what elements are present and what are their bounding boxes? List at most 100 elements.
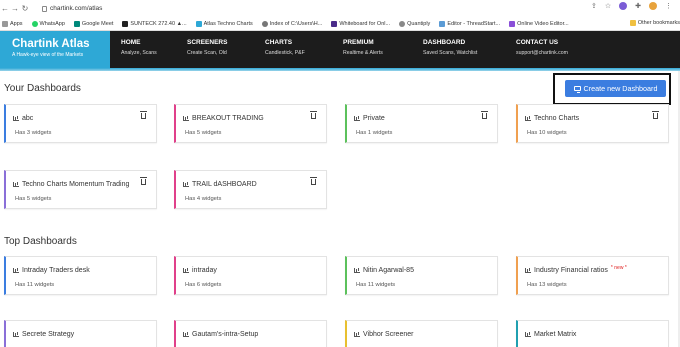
chartink-icon	[195, 20, 202, 27]
chart-icon	[525, 116, 531, 121]
trash-icon[interactable]	[140, 177, 147, 185]
dashboard-card[interactable]: TRAIL dASHBOARD Has 4 widgets	[174, 170, 327, 209]
editor-icon	[439, 20, 446, 27]
bookmark-google-meet[interactable]: Google Meet	[73, 20, 113, 27]
brand-logo[interactable]: Chartink Atlas A Hawk-eye view of the Ma…	[0, 31, 110, 68]
chart-icon	[13, 182, 19, 187]
top-dashboard-card[interactable]: Secrete Strategy	[4, 320, 157, 347]
create-dashboard-button[interactable]: Create new Dashboard	[565, 80, 666, 97]
trash-icon[interactable]	[310, 111, 317, 119]
bookmark-whiteboard[interactable]: Whiteboard for Onl...	[331, 20, 390, 27]
chart-icon	[354, 332, 360, 337]
card-widget-count: Has 4 widgets	[185, 196, 222, 202]
card-title: Private	[363, 115, 385, 122]
chart-icon	[525, 268, 531, 273]
bookmark-quantiply[interactable]: Quantiply	[399, 20, 430, 27]
bookmark-star-icon[interactable]: ☆	[605, 2, 611, 10]
nav-premium[interactable]: PREMIUM Realtime & Alerts	[343, 39, 383, 56]
video-editor-icon	[509, 20, 516, 27]
card-widget-count: Has 1 widgets	[356, 130, 393, 136]
bookmark-sunteck[interactable]: SUNTECK 272.40 ▲...	[122, 20, 187, 27]
bookmark-atlas[interactable]: Atlas Techno Charts	[195, 20, 253, 27]
nav-charts[interactable]: CHARTS Candlestick, P&F	[265, 39, 305, 56]
chart-icon	[525, 332, 531, 337]
card-title: Gautam's-intra-Setup	[192, 331, 259, 338]
brand-tagline: A Hawk-eye view of the Markets	[12, 52, 84, 58]
card-title: Market Matrix	[534, 331, 577, 338]
bookmark-video-editor[interactable]: Online Video Editor...	[509, 20, 569, 27]
top-dashboard-card[interactable]: Industry Financial ratios * new * Has 13 …	[516, 256, 669, 295]
reload-icon[interactable]: ↻	[20, 4, 30, 13]
menu-dots-icon[interactable]: ⋮	[665, 2, 672, 10]
trash-icon[interactable]	[310, 177, 317, 185]
card-widget-count: Has 6 widgets	[185, 282, 222, 288]
card-title: Techno Charts	[534, 115, 580, 122]
card-title: intraday	[192, 267, 217, 274]
chart-icon	[354, 116, 360, 121]
browser-address-bar: ← → ↻ chartink.com/atlas ⇪ ☆ ✚ ⋮	[0, 0, 680, 17]
nav-dashboard[interactable]: DASHBOARD Saved Scans, Watchlist	[423, 39, 477, 56]
dashboard-card[interactable]: abc Has 3 widgets	[4, 104, 157, 143]
forward-icon[interactable]: →	[10, 4, 20, 13]
share-icon[interactable]: ⇪	[591, 2, 597, 10]
card-title: Industry Financial ratios	[534, 267, 608, 274]
extensions-puzzle-icon[interactable]: ✚	[635, 2, 641, 10]
bookmark-apps[interactable]: Apps	[2, 20, 23, 27]
card-widget-count: Has 11 widgets	[15, 282, 55, 288]
card-title: Techno Charts Momentum Trading	[22, 181, 130, 188]
card-title: Intraday Traders desk	[22, 267, 90, 274]
nav-contact-us[interactable]: CONTACT US support@chartink.com	[516, 39, 568, 56]
trash-icon[interactable]	[481, 111, 488, 119]
new-badge: * new *	[610, 264, 627, 271]
trash-icon[interactable]	[652, 111, 659, 119]
card-title: Nitin Agarwal-85	[363, 267, 414, 274]
brand-title: Chartink Atlas	[12, 38, 90, 50]
card-widget-count: Has 5 widgets	[185, 130, 222, 136]
chart-icon	[183, 332, 189, 337]
card-title: Secrete Strategy	[22, 331, 75, 338]
top-dashboard-card[interactable]: Nitin Agarwal-85 Has 11 widgets	[345, 256, 498, 295]
top-dashboard-card[interactable]: intraday Has 6 widgets	[174, 256, 327, 295]
url-field[interactable]: chartink.com/atlas	[42, 5, 102, 12]
top-dashboard-card[interactable]: Intraday Traders desk Has 11 widgets	[4, 256, 157, 295]
card-title: TRAIL dASHBOARD	[192, 181, 257, 188]
folder-icon	[629, 20, 636, 26]
tradingview-icon	[122, 20, 129, 27]
chart-icon	[13, 268, 19, 273]
site-header: Chartink Atlas A Hawk-eye view of the Ma…	[0, 31, 680, 68]
dashboard-card[interactable]: Techno Charts Momentum Trading Has 5 wid…	[4, 170, 157, 209]
chart-icon	[183, 116, 189, 121]
bookmark-whatsapp[interactable]: WhatsApp	[31, 20, 65, 27]
whatsapp-icon	[31, 20, 38, 27]
bookmark-editor[interactable]: Editor - ThreadStart...	[439, 20, 500, 27]
card-widget-count: Has 10 widgets	[527, 130, 567, 136]
trash-icon[interactable]	[140, 111, 147, 119]
chart-icon	[13, 116, 19, 121]
profile-avatar-icon[interactable]	[649, 2, 657, 10]
card-widget-count: Has 5 widgets	[15, 196, 52, 202]
top-dashboard-card[interactable]: Market Matrix	[516, 320, 669, 347]
back-icon[interactable]: ←	[0, 4, 10, 13]
chart-icon	[354, 268, 360, 273]
extension-icon[interactable]	[619, 2, 628, 10]
dashboard-card[interactable]: BREAKOUT TRADING Has 5 widgets	[174, 104, 327, 143]
top-dashboards-heading: Top Dashboards	[4, 236, 77, 247]
top-dashboard-card[interactable]: Vibhor Screener	[345, 320, 498, 347]
nav-screeners[interactable]: SCREENERS Create Scan, Old	[187, 39, 227, 56]
nav-home[interactable]: HOME Analyze, Scans	[121, 39, 157, 56]
card-title: BREAKOUT TRADING	[192, 115, 264, 122]
card-title: abc	[22, 115, 34, 122]
browser-actions: ⇪ ☆ ✚ ⋮	[591, 2, 672, 10]
lock-icon	[42, 5, 47, 12]
dashboard-card[interactable]: Techno Charts Has 10 widgets	[516, 104, 669, 143]
whiteboard-icon	[331, 20, 338, 27]
url-text: chartink.com/atlas	[50, 5, 103, 12]
your-dashboards-heading: Your Dashboards	[4, 83, 81, 94]
card-widget-count: Has 3 widgets	[15, 130, 52, 136]
bookmarks-bar: Apps WhatsApp Google Meet SUNTECK 272.40…	[0, 17, 680, 31]
bookmark-index[interactable]: Index of C:\Users\H...	[261, 20, 322, 27]
globe-icon	[261, 20, 268, 27]
other-bookmarks[interactable]: Other bookmarks	[625, 20, 680, 26]
top-dashboard-card[interactable]: Gautam's-intra-Setup	[174, 320, 327, 347]
dashboard-card[interactable]: Private Has 1 widgets	[345, 104, 498, 143]
